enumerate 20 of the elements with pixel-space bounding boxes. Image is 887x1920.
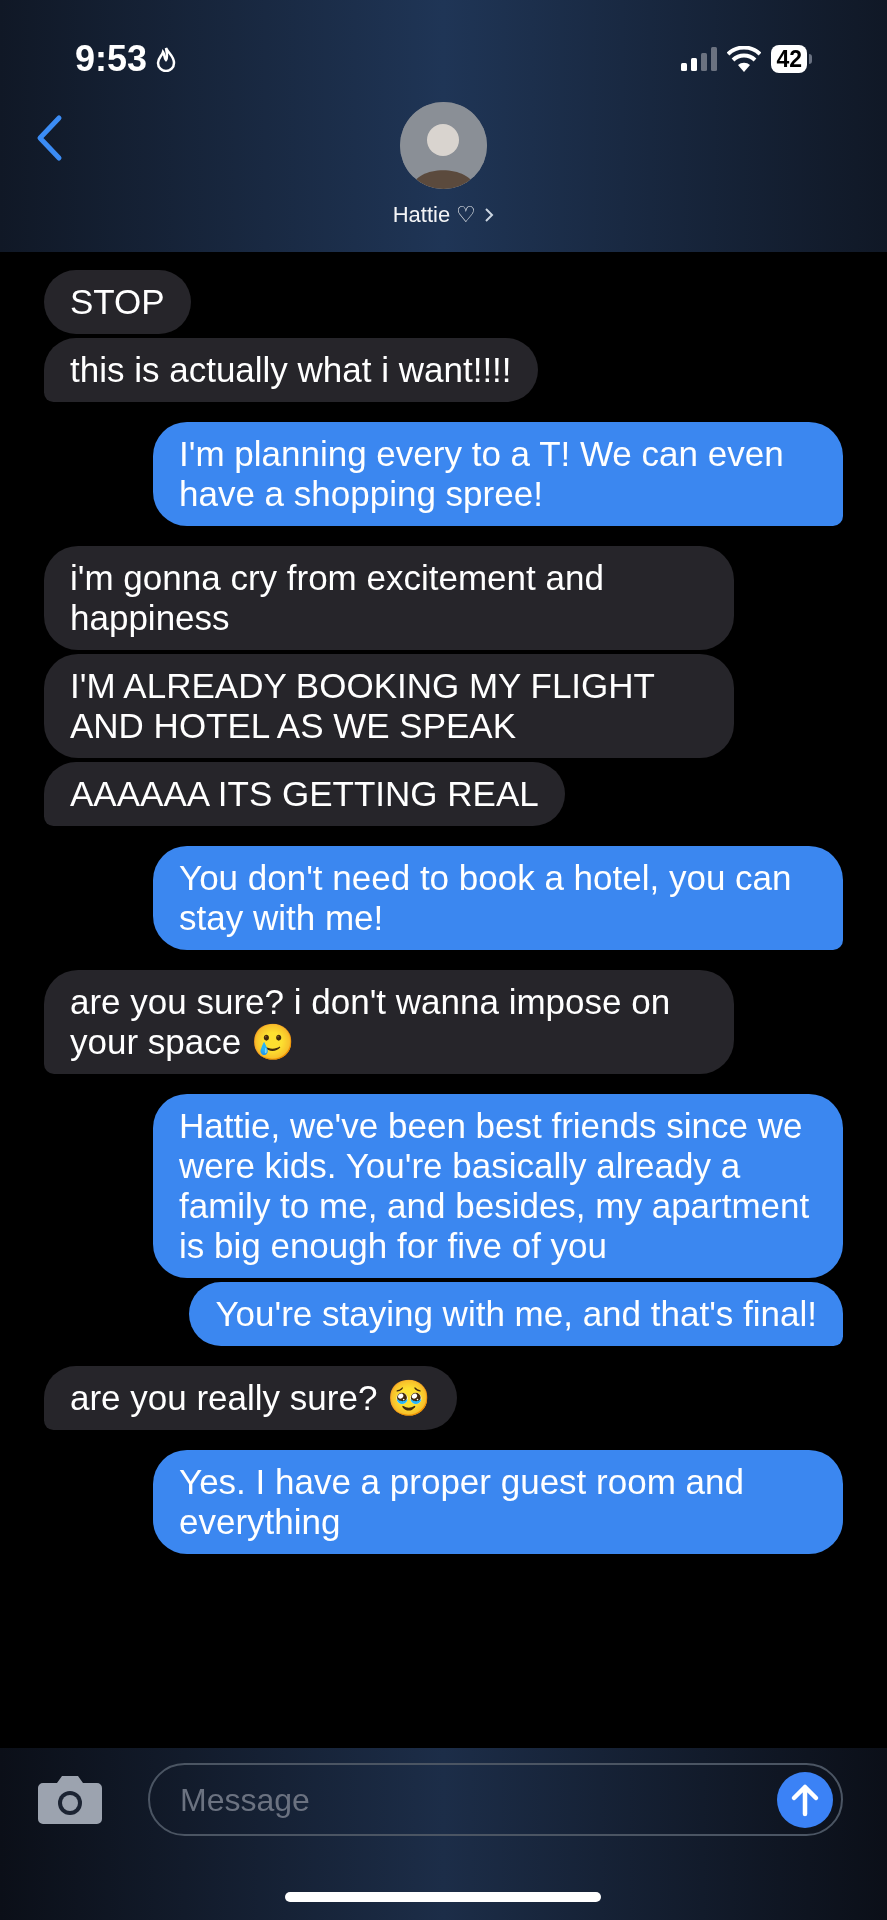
wifi-icon bbox=[727, 46, 762, 72]
contact-name[interactable]: Hattie ♡ bbox=[392, 198, 477, 231]
chevron-icon[interactable] bbox=[484, 206, 495, 223]
message-bubble: Hattie, we've been best friends since we were kids. You're basically already a family to me, and besides, my apartment is big enough for five of you bbox=[153, 1094, 843, 1278]
send-icon[interactable] bbox=[777, 1771, 833, 1828]
message-bubble: I'M ALREADY BOOKING MY FLIGHT AND HOTEL AS WE SPEAK bbox=[44, 654, 734, 758]
message-bubble: i'm gonna cry from excitement and happiness bbox=[44, 546, 734, 650]
message-bubble: are you sure? i don't wanna impose on your space 🥲 bbox=[44, 970, 734, 1074]
message-bubble: are you really sure? 🥹 bbox=[44, 1366, 458, 1430]
message-bubble: AAAAAA ITS GETTING REAL bbox=[44, 762, 565, 826]
flame-icon bbox=[155, 46, 178, 72]
message-bubble: You don't need to book a hotel, you can stay with me! bbox=[153, 846, 843, 950]
message-bubble: STOP bbox=[44, 270, 191, 334]
signal-icon bbox=[681, 47, 718, 71]
message-bubble: this is actually what i want!!!! bbox=[44, 338, 538, 402]
message-bubble: I'm planning every to a T! We can even have a shopping spree! bbox=[153, 422, 843, 526]
message-bubble: Yes. I have a proper guest room and everything bbox=[153, 1450, 843, 1554]
camera-icon[interactable] bbox=[37, 1773, 103, 1825]
clock-time: 9:53 bbox=[75, 37, 148, 81]
message-bubble: You're staying with me, and that's final! bbox=[189, 1282, 843, 1346]
